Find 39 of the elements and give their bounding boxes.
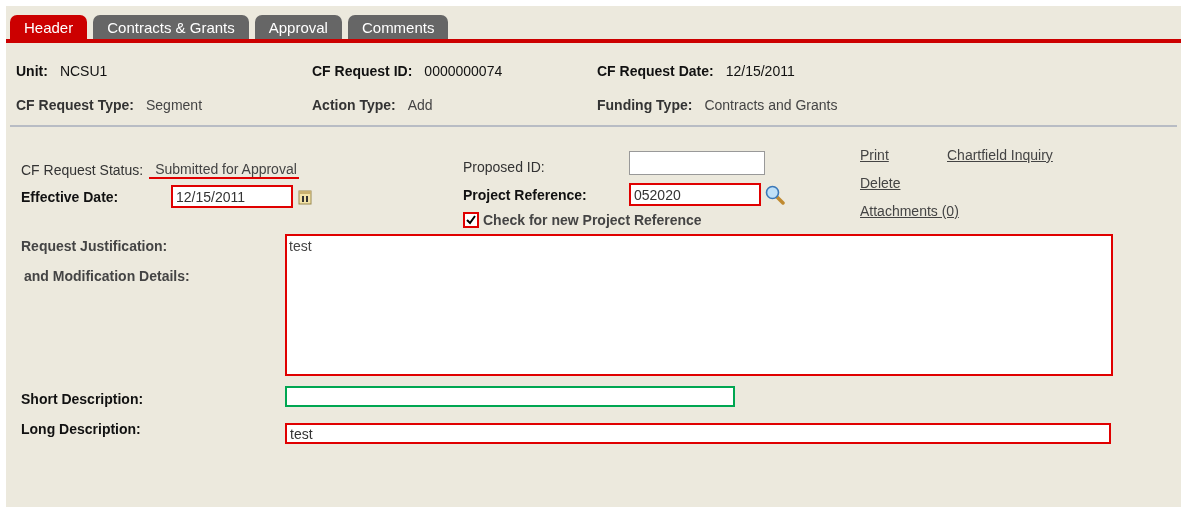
link[interactable]: Chartfield Inquiry	[947, 147, 1053, 163]
input-field[interactable]	[629, 151, 765, 175]
search-icon[interactable]	[765, 184, 785, 205]
tab[interactable]: Contracts & Grants	[93, 15, 249, 39]
tab[interactable]: Header	[10, 15, 88, 39]
link[interactable]: Delete	[860, 175, 1053, 191]
field-label: Request Justification:	[21, 238, 169, 254]
field-label: Unit:	[16, 63, 48, 79]
input-field[interactable]	[285, 386, 735, 407]
checkbox[interactable]	[463, 212, 479, 228]
field-label: Proposed ID:	[463, 159, 546, 175]
date-field[interactable]: 12/15/2011	[171, 185, 293, 208]
justification-textarea[interactable]: test	[285, 234, 1113, 376]
input-field[interactable]: 052020	[629, 183, 761, 206]
field-label: CF Request Date:	[597, 63, 714, 79]
tab[interactable]: Approval	[254, 15, 342, 39]
link[interactable]: Print	[860, 147, 947, 163]
field-label: Effective Date:	[21, 188, 120, 205]
field-label: and Modification Details:	[23, 268, 191, 284]
field-value: NCSU1	[59, 63, 108, 79]
field-label: Short Description:	[21, 390, 145, 407]
field-label: Long Description:	[21, 420, 142, 439]
field-value: 12/15/2011	[725, 63, 795, 79]
field-label: CF Request ID:	[312, 63, 413, 79]
checkbox-label: Check for new Project Reference	[483, 212, 702, 228]
field-value: 0000000074	[424, 63, 503, 79]
field-value: Segment	[146, 97, 203, 113]
field-label: Project Reference:	[463, 186, 588, 203]
input-field[interactable]: test	[285, 423, 1111, 444]
field-value: Contracts and Grants	[704, 97, 838, 113]
field-label: Action Type:	[312, 97, 396, 113]
status-value: Submitted for Approval	[149, 161, 299, 179]
calendar-icon[interactable]	[298, 188, 312, 205]
field-label: Funding Type:	[597, 97, 693, 113]
field-label: CF Request Status:	[21, 162, 144, 178]
field-value: Add	[407, 97, 433, 113]
link[interactable]: Attachments (0)	[860, 203, 1053, 219]
tab[interactable]: Comments	[347, 15, 449, 39]
field-label: CF Request Type:	[16, 97, 134, 113]
